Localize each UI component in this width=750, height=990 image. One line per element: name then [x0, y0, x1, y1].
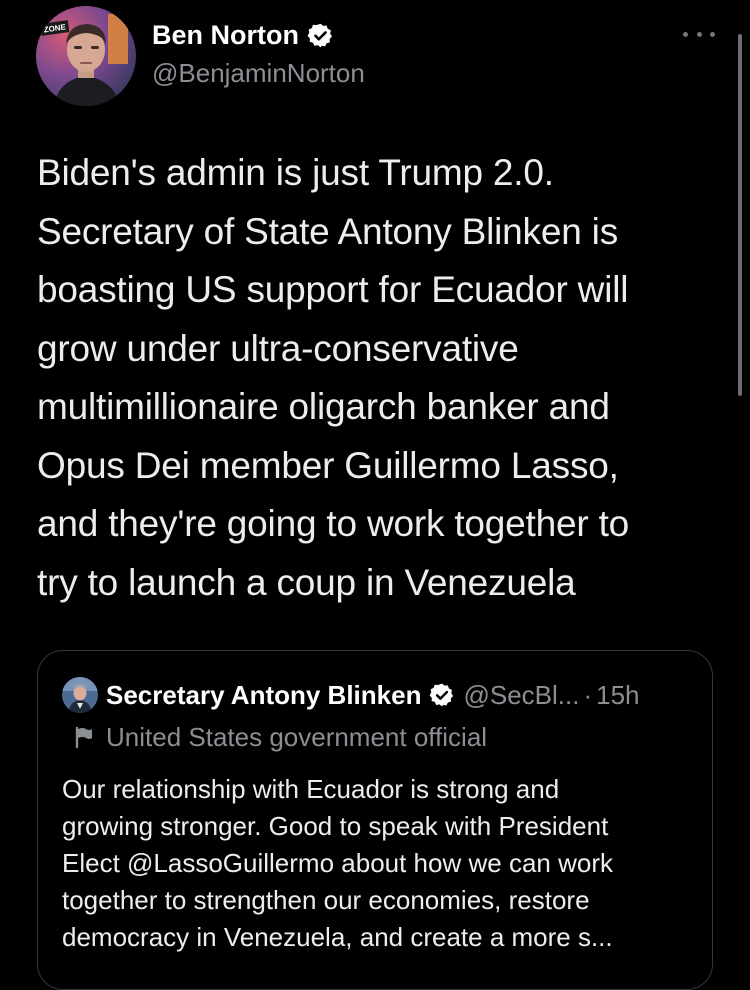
tweet-text-line: and they're going to work together to	[37, 503, 630, 544]
quoted-timestamp[interactable]: 15h	[596, 680, 639, 711]
author-name[interactable]: Ben Norton	[152, 20, 299, 51]
quoted-author-name[interactable]: Secretary Antony Blinken	[106, 680, 421, 711]
author-avatar[interactable]: ZONE	[36, 6, 136, 106]
quoted-author-avatar[interactable]	[62, 677, 98, 713]
more-options-icon[interactable]	[683, 24, 715, 44]
quoted-tweet-card[interactable]: Secretary Antony Blinken @SecBl... · 15h…	[37, 650, 713, 990]
tweet: ZONE Ben Norton @BenjaminNorton Biden's …	[0, 0, 750, 990]
verified-badge-icon	[307, 22, 334, 49]
quoted-text-line: Elect @LassoGuillermo about how we can w…	[62, 848, 613, 878]
tweet-text-line: try to launch a coup in Venezuela	[37, 561, 576, 603]
government-label[interactable]: United States government official	[74, 719, 487, 755]
scrollbar[interactable]	[738, 34, 742, 396]
author-name-row[interactable]: Ben Norton	[152, 20, 334, 51]
quoted-tweet-text: Our relationship with Ecuador is strong …	[62, 771, 702, 956]
quoted-text-line: together to strengthen our economies, re…	[62, 885, 590, 915]
tweet-text-line: Opus Dei member Guillermo Lasso,	[37, 444, 619, 486]
quoted-text-line: democracy in Venezuela, and create a mor…	[62, 922, 613, 952]
separator-dot: ·	[583, 679, 593, 710]
tweet-text-line: boasting US support for Ecuador will	[37, 269, 629, 310]
tweet-text-line: Secretary of State Antony Blinken is	[37, 210, 619, 252]
quoted-author-row[interactable]: Secretary Antony Blinken @SecBl... · 15h	[106, 677, 640, 713]
tweet-text-line: multimillionaire oligarch banker and	[37, 386, 610, 427]
tweet-text-line: grow under ultra-conservative	[37, 327, 519, 369]
author-handle[interactable]: @BenjaminNorton	[152, 58, 365, 89]
tweet-text: Biden's admin is just Trump 2.0. Secreta…	[37, 144, 737, 612]
quoted-author-handle[interactable]: @SecBl...	[463, 680, 579, 711]
verified-badge-icon	[429, 682, 455, 708]
flag-icon	[74, 726, 94, 748]
quoted-text-line: Our relationship with Ecuador is strong …	[62, 774, 560, 804]
quoted-text-line: growing stronger. Good to speak with Pre…	[62, 811, 609, 841]
tweet-text-line: Biden's admin is just Trump 2.0.	[37, 152, 554, 193]
government-label-text: United States government official	[106, 721, 488, 752]
